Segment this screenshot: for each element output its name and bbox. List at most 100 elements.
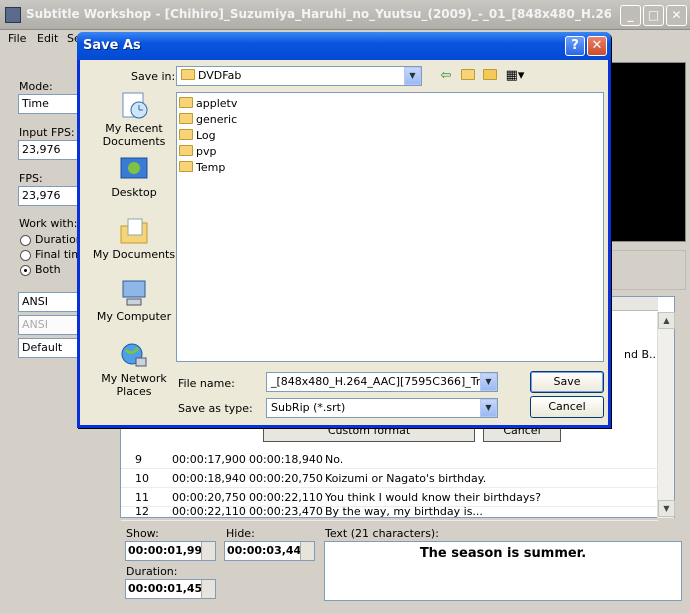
show-time-field[interactable]: 00:00:01,990 bbox=[125, 541, 216, 561]
back-arrow-icon[interactable]: ⇦ bbox=[438, 68, 454, 84]
minimize-button[interactable]: _ bbox=[620, 5, 641, 26]
network-places-icon bbox=[118, 340, 150, 370]
close-main-button[interactable]: ✕ bbox=[666, 5, 687, 26]
up-folder-icon[interactable] bbox=[460, 68, 476, 84]
scroll-up-icon[interactable]: ▲ bbox=[658, 312, 675, 329]
save-in-value: DVDFab bbox=[198, 69, 242, 82]
row-hide-time: 00:00:18,940 bbox=[249, 453, 323, 466]
save-in-label: Save in: bbox=[131, 70, 176, 83]
file-name-input[interactable]: _[848x480_H.264_AAC][7595C366]_Track3.sr… bbox=[266, 372, 498, 392]
menu-file[interactable]: File bbox=[8, 32, 26, 45]
row-text: Koizumi or Nagato's birthday. bbox=[325, 472, 487, 485]
file-list[interactable]: appletv generic Log pvp Temp bbox=[176, 92, 604, 362]
cancel-button[interactable]: Cancel bbox=[530, 396, 604, 418]
row-hide-time: 00:00:20,750 bbox=[249, 472, 323, 485]
folder-name: generic bbox=[196, 113, 238, 126]
video-controls bbox=[609, 250, 686, 290]
fps-label: FPS: bbox=[19, 172, 43, 185]
file-name-value: _[848x480_H.264_AAC][7595C366]_Track3.sr… bbox=[271, 375, 497, 388]
duration-value: 00:00:01,450 bbox=[128, 582, 210, 595]
save-type-label: Save as type: bbox=[178, 402, 253, 415]
text-label: Text (21 characters): bbox=[325, 527, 439, 540]
hide-time-field[interactable]: 00:00:03,440 bbox=[224, 541, 315, 561]
chevron-down-icon[interactable]: ▼ bbox=[480, 399, 497, 417]
chevron-down-icon[interactable]: ▼ bbox=[404, 67, 421, 85]
show-label: Show: bbox=[126, 527, 159, 540]
mode-label: Mode: bbox=[19, 80, 53, 93]
spin-arrows-icon[interactable] bbox=[201, 542, 215, 560]
list-item[interactable]: appletv bbox=[179, 97, 237, 113]
places-bar: My Recent Documents Desktop My Documents… bbox=[90, 90, 178, 404]
table-row[interactable]: 10 00:00:18,940 00:00:20,750 Koizumi or … bbox=[121, 469, 658, 488]
folder-name: pvp bbox=[196, 145, 217, 158]
folder-name: appletv bbox=[196, 97, 238, 110]
hide-time-value: 00:00:03,440 bbox=[227, 544, 309, 557]
folder-name: Temp bbox=[196, 161, 226, 174]
folder-name: Log bbox=[196, 129, 216, 142]
place-label: Desktop bbox=[111, 186, 157, 199]
place-recent-documents[interactable]: My Recent Documents bbox=[90, 90, 178, 148]
scroll-down-icon[interactable]: ▼ bbox=[658, 500, 675, 517]
final-time-radio[interactable] bbox=[20, 250, 31, 261]
view-menu-icon[interactable]: ▦▾ bbox=[504, 68, 526, 84]
hide-label: Hide: bbox=[226, 527, 255, 540]
my-documents-icon bbox=[118, 216, 150, 246]
list-item[interactable]: Log bbox=[179, 129, 216, 145]
list-item[interactable]: pvp bbox=[179, 145, 216, 161]
both-radio[interactable] bbox=[20, 265, 31, 276]
desktop-icon bbox=[118, 154, 150, 184]
duration-radio-label: Duration bbox=[35, 233, 83, 246]
list-item[interactable]: generic bbox=[179, 113, 237, 129]
app-icon bbox=[5, 7, 21, 23]
table-row[interactable]: 9 00:00:17,900 00:00:18,940 No. bbox=[121, 450, 658, 469]
save-button[interactable]: Save bbox=[530, 371, 604, 393]
folder-icon bbox=[179, 113, 193, 124]
spin-arrows-icon[interactable] bbox=[201, 580, 215, 598]
place-my-network-places[interactable]: My Network Places bbox=[90, 340, 178, 398]
grid-partial-text: nd B... bbox=[624, 348, 660, 361]
place-desktop[interactable]: Desktop bbox=[90, 154, 178, 199]
row-text: No. bbox=[325, 453, 344, 466]
row-hide-time: 00:00:23,470 bbox=[249, 505, 323, 518]
video-preview bbox=[609, 62, 686, 242]
place-my-documents[interactable]: My Documents bbox=[90, 216, 178, 261]
duration-radio[interactable] bbox=[20, 235, 31, 246]
row-number: 9 bbox=[135, 453, 142, 466]
save-as-dialog: Save As ? ✕ Save in: DVDFab ▼ ⇦ ▦▾ My Re… bbox=[77, 32, 611, 428]
main-title-bar: Subtitle Workshop - [Chihiro]_Suzumiya_H… bbox=[0, 0, 690, 30]
row-show-time: 00:00:22,110 bbox=[172, 505, 246, 518]
my-computer-icon bbox=[118, 278, 150, 308]
duration-field[interactable]: 00:00:01,450 bbox=[125, 579, 216, 599]
list-item[interactable]: Temp bbox=[179, 161, 225, 177]
row-text: By the way, my birthday is... bbox=[325, 505, 483, 518]
file-name-label: File name: bbox=[178, 377, 235, 390]
place-my-computer[interactable]: My Computer bbox=[90, 278, 178, 323]
save-in-select[interactable]: DVDFab ▼ bbox=[176, 66, 422, 86]
folder-icon bbox=[181, 69, 195, 80]
folder-icon bbox=[179, 129, 193, 140]
folder-icon bbox=[179, 145, 193, 156]
row-show-time: 00:00:18,940 bbox=[172, 472, 246, 485]
row-show-time: 00:00:17,900 bbox=[172, 453, 246, 466]
duration-label: Duration: bbox=[126, 565, 178, 578]
save-type-select[interactable]: SubRip (*.srt) ▼ bbox=[266, 398, 498, 418]
close-dialog-button[interactable]: ✕ bbox=[587, 36, 607, 56]
grid-scrollbar[interactable]: ▲ ▼ bbox=[657, 312, 675, 518]
chevron-down-icon[interactable]: ▼ bbox=[480, 373, 497, 391]
main-window-title: Subtitle Workshop - [Chihiro]_Suzumiya_H… bbox=[26, 7, 611, 21]
folder-icon bbox=[179, 161, 193, 172]
dialog-title: Save As bbox=[83, 38, 141, 53]
input-fps-label: Input FPS: bbox=[19, 126, 75, 139]
place-label: My Recent Documents bbox=[102, 122, 166, 148]
menu-edit[interactable]: Edit bbox=[37, 32, 58, 45]
work-with-label: Work with: bbox=[19, 217, 78, 230]
recent-documents-icon bbox=[118, 90, 150, 120]
new-folder-icon[interactable] bbox=[482, 68, 498, 84]
table-row[interactable]: 12 00:00:22,110 00:00:23,470 By the way,… bbox=[121, 502, 658, 521]
maximize-button[interactable]: □ bbox=[643, 5, 664, 26]
help-button[interactable]: ? bbox=[565, 36, 585, 56]
show-time-value: 00:00:01,990 bbox=[128, 544, 210, 557]
subtitle-text-box[interactable]: The season is summer. bbox=[324, 541, 682, 601]
place-label: My Computer bbox=[96, 310, 172, 323]
spin-arrows-icon[interactable] bbox=[300, 542, 314, 560]
